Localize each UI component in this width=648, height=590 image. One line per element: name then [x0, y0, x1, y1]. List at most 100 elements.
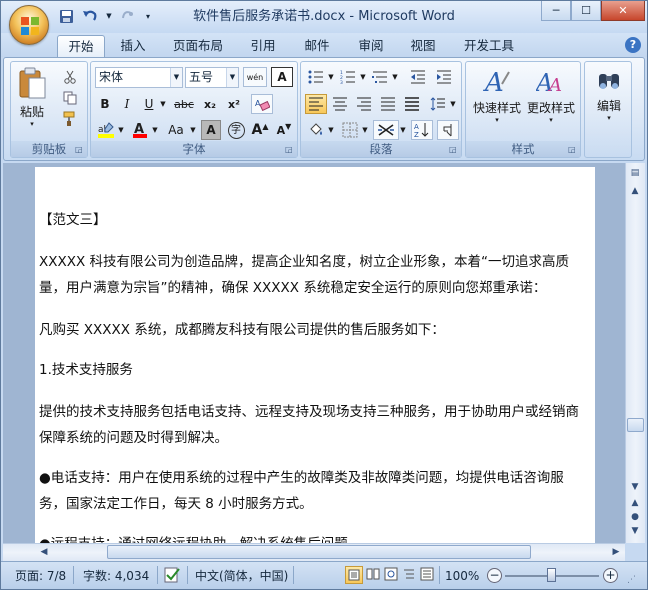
quick-styles-button[interactable]: A 快速样式 ▾: [470, 66, 524, 140]
bold-button[interactable]: B: [95, 94, 115, 114]
show-marks-button[interactable]: [437, 120, 459, 140]
horizontal-scroll-thumb[interactable]: [107, 545, 531, 559]
close-button[interactable]: ✕: [601, 1, 645, 21]
proofing-status-icon[interactable]: [163, 566, 181, 588]
save-button[interactable]: [57, 7, 75, 25]
font-dialog-launcher-icon[interactable]: ◲: [285, 145, 295, 155]
scroll-down-icon[interactable]: ▼: [626, 479, 644, 495]
undo-dropdown[interactable]: ▼: [105, 7, 113, 25]
maximize-button[interactable]: ☐: [571, 1, 601, 21]
scroll-up-icon[interactable]: ▲: [626, 183, 644, 199]
numbering-dropdown-icon[interactable]: ▼: [359, 67, 367, 87]
increase-indent-button[interactable]: [433, 67, 455, 87]
enclose-char-button[interactable]: 字: [225, 120, 247, 140]
copy-button[interactable]: [59, 88, 81, 108]
zoom-out-icon[interactable]: −: [487, 568, 502, 583]
next-page-icon[interactable]: ▼: [626, 523, 644, 539]
document-page[interactable]: 【范文三】 XXXXX 科技有限公司为创造品牌，提高企业知名度，树立企业形象，本…: [35, 167, 595, 547]
page-indicator[interactable]: 页面: 7/8: [15, 568, 66, 584]
customize-qat-button[interactable]: ▾: [143, 7, 153, 25]
clear-formatting-button[interactable]: A: [251, 94, 273, 114]
strikethrough-button[interactable]: abc: [171, 94, 197, 114]
zoom-in-icon[interactable]: +: [603, 568, 618, 583]
char-shading-button[interactable]: A: [201, 120, 221, 140]
redo-button[interactable]: [119, 7, 137, 25]
tab-view[interactable]: 视图: [403, 35, 443, 57]
highlight-dropdown-icon[interactable]: ▼: [117, 120, 125, 140]
multilevel-list-button[interactable]: [369, 67, 391, 87]
change-case-dropdown-icon[interactable]: ▼: [189, 120, 197, 140]
line-spacing-dropdown-icon[interactable]: ▼: [449, 94, 457, 114]
grow-font-button[interactable]: A ▲: [249, 120, 271, 140]
word-count[interactable]: 字数: 4,034: [83, 568, 149, 584]
tab-developer[interactable]: 开发工具: [457, 35, 521, 57]
styles-dialog-launcher-icon[interactable]: ◲: [568, 145, 578, 155]
underline-dropdown-icon[interactable]: ▼: [159, 94, 167, 114]
tab-page-layout[interactable]: 页面布局: [167, 35, 229, 57]
shading-dropdown-icon[interactable]: ▼: [327, 120, 335, 140]
tab-insert[interactable]: 插入: [113, 35, 153, 57]
font-size-combo[interactable]: 五号 ▼: [185, 67, 239, 88]
font-name-dropdown-icon[interactable]: ▼: [170, 68, 182, 87]
bullets-button[interactable]: [305, 67, 327, 87]
distributed-button[interactable]: [401, 94, 423, 114]
sort-button[interactable]: AZ: [411, 120, 433, 140]
vertical-scrollbar[interactable]: ▤ ▲ ▼ ▲ ● ▼: [625, 163, 645, 543]
chinese-layout-dropdown-icon[interactable]: ▼: [399, 120, 407, 140]
shading-button[interactable]: [305, 120, 327, 140]
clipboard-dialog-launcher-icon[interactable]: ◲: [75, 145, 85, 155]
char-border-button[interactable]: A: [271, 67, 293, 87]
editing-button[interactable]: 编辑 ▾: [588, 66, 630, 140]
language-indicator[interactable]: 中文(简体，中国): [195, 568, 288, 584]
view-full-screen-reading-icon[interactable]: [366, 567, 380, 585]
view-web-layout-icon[interactable]: [384, 567, 398, 585]
tab-review[interactable]: 审阅: [351, 35, 391, 57]
phonetic-guide-button[interactable]: wén: [243, 67, 267, 87]
undo-button[interactable]: [81, 7, 99, 25]
tab-mailings[interactable]: 邮件: [297, 35, 337, 57]
scroll-left-icon[interactable]: ◀: [35, 544, 53, 560]
chinese-layout-button[interactable]: [373, 120, 399, 140]
borders-dropdown-icon[interactable]: ▼: [361, 120, 369, 140]
help-button[interactable]: ?: [625, 37, 641, 53]
paragraph-dialog-launcher-icon[interactable]: ◲: [449, 145, 459, 155]
paste-button[interactable]: 粘贴 ▾: [15, 66, 49, 128]
underline-button[interactable]: U: [139, 94, 159, 114]
scroll-right-icon[interactable]: ▶: [607, 544, 625, 560]
ruler-toggle-icon[interactable]: ▤: [626, 165, 644, 181]
multilevel-dropdown-icon[interactable]: ▼: [391, 67, 399, 87]
office-button[interactable]: [9, 5, 49, 45]
cut-button[interactable]: [59, 67, 81, 87]
view-outline-icon[interactable]: [402, 567, 416, 585]
borders-button[interactable]: [339, 120, 361, 140]
horizontal-scrollbar[interactable]: ◀ ▶: [3, 543, 625, 561]
view-draft-icon[interactable]: [420, 567, 434, 585]
font-color-button[interactable]: A: [129, 120, 151, 140]
font-name-combo[interactable]: 宋体 ▼: [95, 67, 183, 88]
font-color-dropdown-icon[interactable]: ▼: [151, 120, 159, 140]
subscript-button[interactable]: x₂: [199, 94, 221, 114]
tab-references[interactable]: 引用: [243, 35, 283, 57]
numbering-button[interactable]: 123: [337, 67, 359, 87]
view-print-layout-icon[interactable]: [345, 566, 363, 584]
tab-home[interactable]: 开始: [57, 35, 105, 57]
justify-button[interactable]: [377, 94, 399, 114]
line-spacing-button[interactable]: [427, 94, 449, 114]
italic-button[interactable]: I: [117, 94, 137, 114]
bullets-dropdown-icon[interactable]: ▼: [327, 67, 335, 87]
change-case-button[interactable]: Aa: [163, 120, 189, 140]
minimize-button[interactable]: ─: [541, 1, 571, 21]
align-right-button[interactable]: [353, 94, 375, 114]
format-painter-button[interactable]: [59, 109, 81, 129]
decrease-indent-button[interactable]: [407, 67, 429, 87]
font-size-dropdown-icon[interactable]: ▼: [226, 68, 238, 87]
shrink-font-button[interactable]: A ▼: [273, 120, 295, 140]
align-center-button[interactable]: [329, 94, 351, 114]
change-styles-button[interactable]: AA 更改样式 ▾: [524, 66, 578, 140]
vertical-scroll-thumb[interactable]: [627, 418, 644, 432]
zoom-level[interactable]: 100%: [445, 568, 479, 584]
align-left-button[interactable]: [305, 94, 327, 114]
superscript-button[interactable]: x²: [223, 94, 245, 114]
resize-grip-icon[interactable]: ⋰: [627, 572, 636, 588]
zoom-slider-thumb[interactable]: [547, 568, 556, 582]
